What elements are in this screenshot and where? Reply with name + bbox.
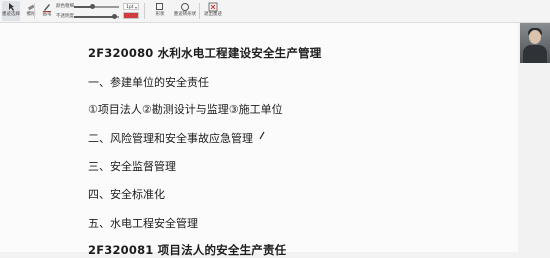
webcam-overlay [520, 23, 550, 63]
outline-item-1-detail: ①项目法人②勘测设计与监理③施工单位 [88, 103, 283, 116]
slider-handle[interactable] [112, 14, 117, 19]
outline-item-2: 二、风险管理和安全事故应急管理 [88, 132, 253, 145]
opacity-slider[interactable] [74, 14, 119, 19]
pen-button[interactable]: 画笔 [38, 1, 56, 21]
toolbar-divider [34, 3, 35, 19]
shape-convert-icon [181, 3, 189, 11]
pen-cursor-icon [259, 131, 265, 140]
pen-size-slider[interactable] [74, 4, 119, 9]
close-icon [208, 2, 218, 12]
ink-toolbar: 墨迹选择 擦除 画笔 颜色粗细 不透明度 1pt ▾ 形状 墨迹转形状 退出墨迹 [0, 0, 550, 23]
subsection-heading: 2F320081 项目法人的安全生产责任 [88, 243, 287, 257]
cursor-icon [9, 3, 14, 11]
shape-select-button[interactable]: 形状 [148, 1, 172, 21]
chevron-down-icon: ▾ [134, 5, 137, 10]
opacity-label: 不透明度 [56, 14, 74, 19]
ink-to-shape-button[interactable]: 墨迹转形状 [174, 1, 196, 21]
section-heading: 2F320080 水利水电工程建设安全生产管理 [88, 46, 322, 60]
toolbar-divider [199, 3, 200, 19]
pen-color-swatch[interactable] [123, 12, 139, 19]
pen-icon [43, 4, 51, 12]
ink-to-shape-label: 墨迹转形状 [173, 12, 197, 17]
shape-icon [156, 3, 163, 10]
outline-item-4: 四、安全标准化 [88, 188, 165, 201]
document-page: 2F320080 水利水电工程建设安全生产管理 一、参建单位的安全责任 ①项目法… [0, 23, 518, 257]
exit-ink-label: 退出墨迹 [204, 12, 222, 17]
pen-size-value: 1pt [126, 5, 134, 10]
toolbar-divider [144, 3, 145, 19]
ink-select-label: 墨迹选择 [2, 12, 20, 17]
slider-handle[interactable] [90, 4, 95, 9]
pen-size-select[interactable]: 1pt ▾ [123, 3, 139, 10]
outline-item-1: 一、参建单位的安全责任 [88, 76, 209, 89]
pen-label: 画笔 [42, 12, 52, 17]
pen-color-label: 颜色粗细 [56, 4, 74, 9]
shape-select-label: 形状 [155, 12, 165, 17]
outline-item-3: 三、安全监督管理 [88, 160, 176, 173]
ink-select-button[interactable]: 墨迹选择 [2, 1, 20, 21]
exit-ink-button[interactable]: 退出墨迹 [203, 1, 223, 21]
outline-item-5: 五、水电工程安全管理 [88, 217, 198, 230]
